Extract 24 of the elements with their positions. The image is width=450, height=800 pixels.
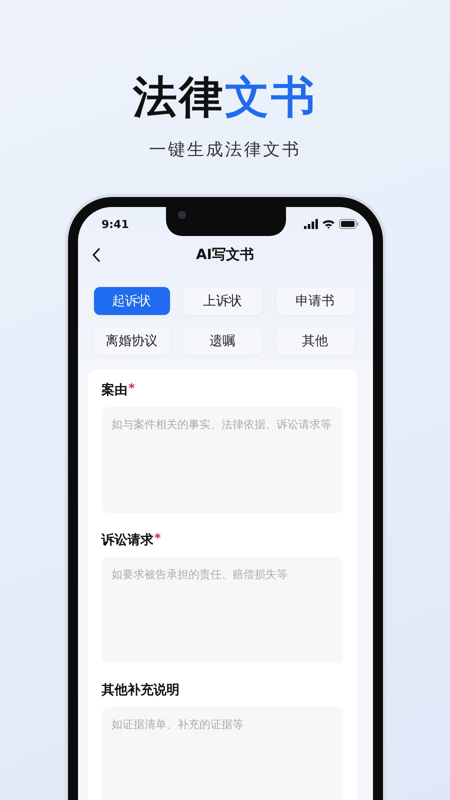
text-area-field[interactable]: 如要求被告承担的责任、赔偿损失等 — [102, 557, 342, 663]
document-type-tab[interactable]: 其他 — [276, 327, 354, 355]
screen-title: AI写文书 — [196, 246, 254, 264]
signal-icon — [304, 219, 318, 229]
field-label: 诉讼请求 — [102, 532, 154, 549]
document-type-tab[interactable]: 上诉状 — [183, 287, 262, 315]
field-label: 案由 — [102, 382, 128, 399]
text-area-field[interactable]: 如证据清单、补充的证据等 — [102, 707, 342, 800]
back-icon[interactable] — [92, 248, 100, 262]
text-area-field[interactable]: 如与案件相关的事实、法律依据、诉讼请求等 — [102, 407, 342, 513]
required-mark: * — [128, 381, 135, 395]
headline-text: 文书 — [225, 71, 317, 125]
wifi-icon — [322, 219, 334, 229]
document-type-tab[interactable]: 申请书 — [276, 287, 354, 315]
document-type-tab[interactable]: 离婚协议 — [94, 327, 170, 355]
required-mark: * — [154, 531, 161, 545]
status-time: 9:41 — [102, 218, 129, 230]
field-label: 其他补充说明 — [102, 682, 180, 699]
camera-icon — [178, 211, 186, 219]
subtitle: 一键生成法律文书 — [148, 139, 302, 161]
document-type-tab[interactable]: 遗嘱 — [183, 327, 262, 355]
document-type-tab[interactable]: 起诉状 — [94, 287, 170, 315]
battery-icon — [338, 219, 358, 229]
headline-text: 法律 — [133, 71, 225, 125]
